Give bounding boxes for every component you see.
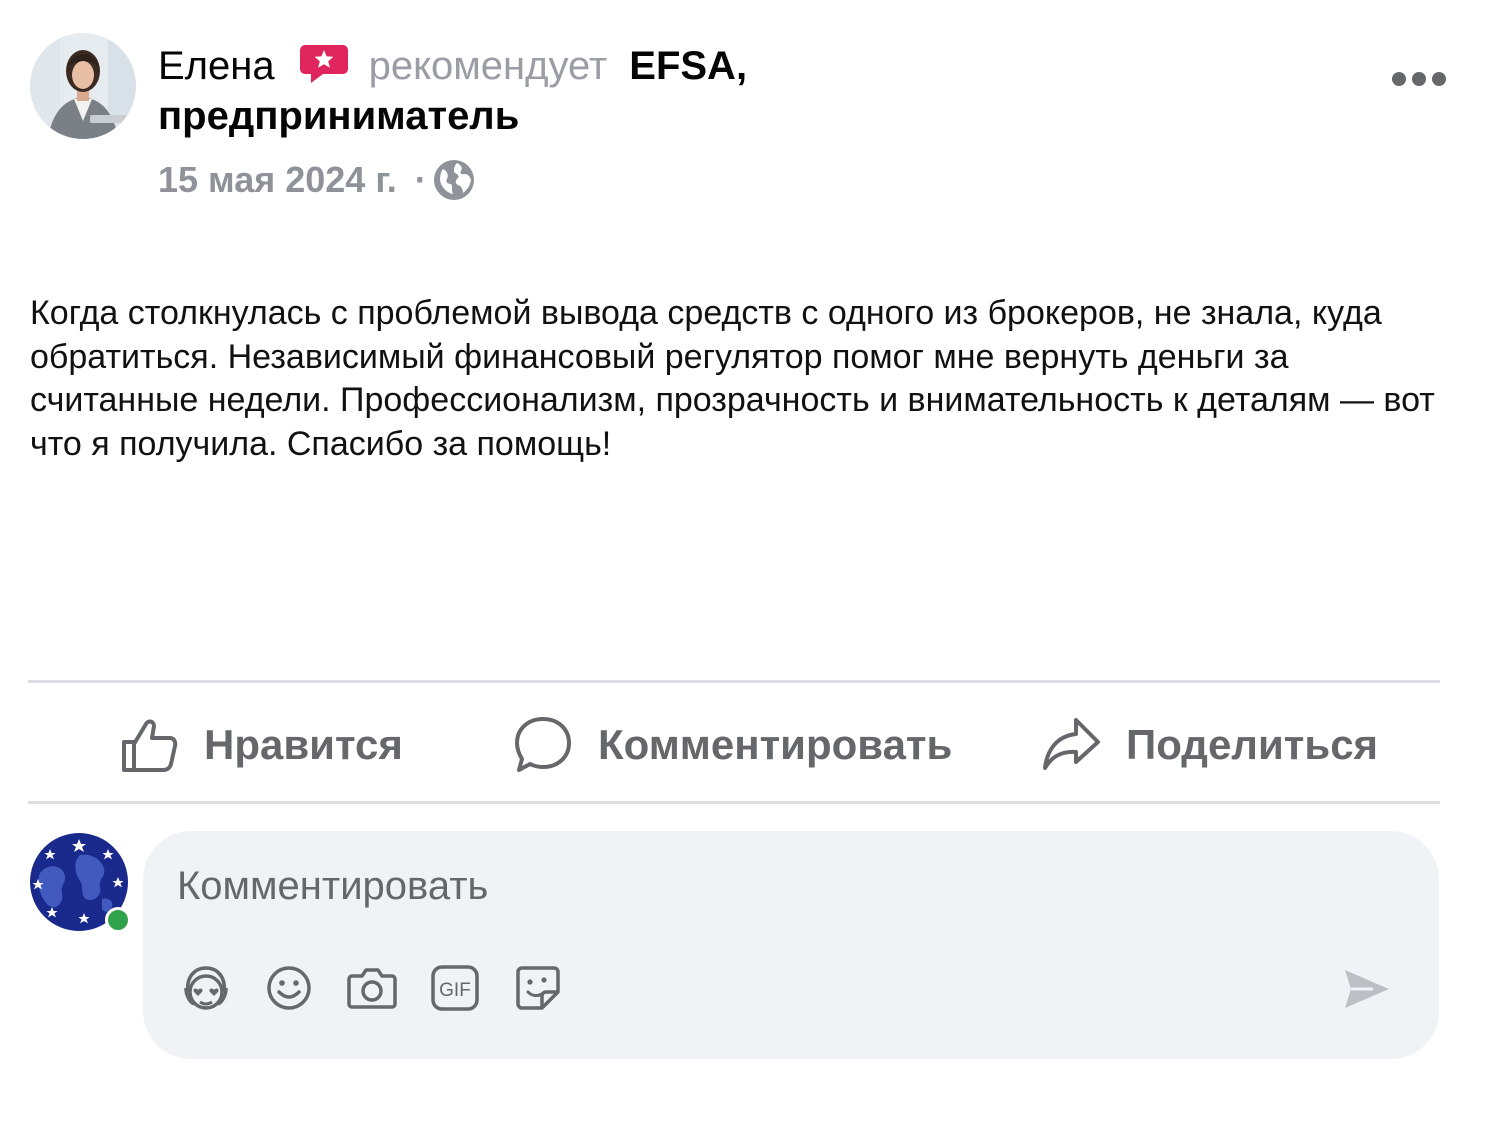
camera-button[interactable] [345, 961, 399, 1015]
divider-top [28, 680, 1440, 683]
share-arrow-icon [1043, 718, 1100, 770]
comment-bubble-icon [515, 717, 571, 772]
recommend-icon [299, 43, 349, 85]
thumbs-up-icon [122, 719, 178, 772]
comment-label: Комментировать [598, 721, 953, 768]
gif-icon: GIF [431, 965, 479, 1011]
author-avatar[interactable] [30, 33, 136, 139]
more-options-icon [1392, 72, 1446, 86]
divider-bottom [28, 801, 1440, 804]
sticker-button[interactable] [511, 961, 565, 1015]
globe-icon [433, 160, 474, 200]
comment-input[interactable] [177, 861, 1277, 911]
recommend-verb: рекомендует [368, 44, 608, 88]
meta-separator: · [414, 159, 427, 200]
share-label: Поделиться [1126, 721, 1379, 768]
svg-text:GIF: GIF [439, 980, 471, 1001]
camera-icon [347, 968, 397, 1009]
post-header: Елена рекомендует EFSA, [158, 42, 747, 90]
avatar-sticker-icon [184, 966, 228, 1010]
post-meta: 15 мая 2024 г. · [158, 158, 475, 202]
recommended-page-name[interactable]: EFSA, [629, 44, 747, 88]
gif-button[interactable]: GIF [428, 961, 482, 1015]
share-button[interactable]: Поделиться [1042, 690, 1378, 800]
recommended-page-name-line2[interactable]: предприниматель [158, 92, 519, 140]
post-date[interactable]: 15 мая 2024 г. [158, 158, 397, 202]
emoji-icon [267, 966, 311, 1010]
like-label: Нравится [204, 721, 403, 768]
send-icon [1345, 970, 1389, 1008]
online-status-dot [105, 907, 131, 933]
more-options-button[interactable] [1388, 60, 1450, 98]
comment-composer: GIF [143, 831, 1439, 1059]
comment-button[interactable]: Комментировать [514, 690, 952, 800]
emoji-button[interactable] [262, 961, 316, 1015]
action-bar: Нравится Комментировать Поделиться [28, 690, 1440, 800]
send-button[interactable] [1339, 961, 1395, 1017]
avatar-sticker-button[interactable] [179, 961, 233, 1015]
sticker-icon [516, 966, 560, 1010]
like-button[interactable]: Нравится [120, 690, 403, 800]
post-text: Когда столкнулась с проблемой вывода сре… [30, 294, 1435, 463]
author-name[interactable]: Елена [158, 44, 275, 88]
